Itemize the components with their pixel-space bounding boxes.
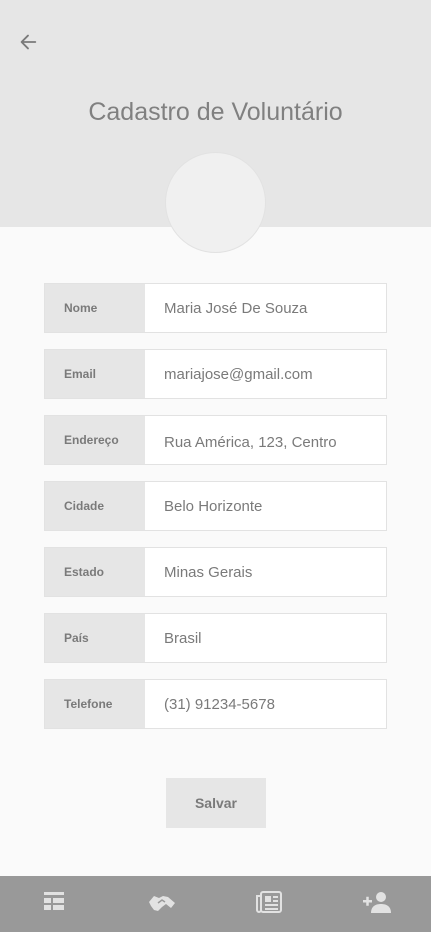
field-row-estado: Estado	[44, 547, 387, 597]
nav-item-add-user[interactable]	[323, 876, 431, 932]
field-row-nome: Nome	[44, 283, 387, 333]
field-row-telefone: Telefone	[44, 679, 387, 729]
volunteer-form: Nome Email Endereço Cidade Estado País T…	[44, 283, 387, 745]
list-icon	[42, 890, 66, 919]
nome-input[interactable]	[145, 284, 386, 332]
avatar[interactable]	[165, 152, 266, 253]
estado-input[interactable]	[145, 548, 386, 596]
page-title: Cadastro de Voluntário	[88, 98, 343, 126]
newspaper-icon	[255, 890, 283, 919]
nav-item-news[interactable]	[216, 876, 324, 932]
field-row-cidade: Cidade	[44, 481, 387, 531]
field-label-telefone: Telefone	[45, 680, 145, 728]
field-row-pais: País	[44, 613, 387, 663]
bottom-nav	[0, 876, 431, 932]
field-label-pais: País	[45, 614, 145, 662]
pais-input[interactable]	[145, 614, 386, 662]
save-button[interactable]: Salvar	[166, 778, 266, 828]
telefone-input[interactable]	[145, 680, 386, 728]
arrow-left-icon	[17, 31, 39, 58]
nav-item-handshake[interactable]	[108, 876, 216, 932]
back-button[interactable]	[14, 30, 42, 58]
email-input[interactable]	[145, 350, 386, 398]
handshake-icon	[148, 890, 176, 919]
cidade-input[interactable]	[145, 482, 386, 530]
endereco-input[interactable]	[145, 416, 386, 464]
field-label-email: Email	[45, 350, 145, 398]
add-user-icon	[362, 890, 392, 919]
field-label-cidade: Cidade	[45, 482, 145, 530]
field-label-nome: Nome	[45, 284, 145, 332]
field-row-endereco: Endereço	[44, 415, 387, 465]
field-label-estado: Estado	[45, 548, 145, 596]
field-row-email: Email	[44, 349, 387, 399]
field-label-endereco: Endereço	[45, 416, 145, 464]
nav-item-list[interactable]	[0, 876, 108, 932]
